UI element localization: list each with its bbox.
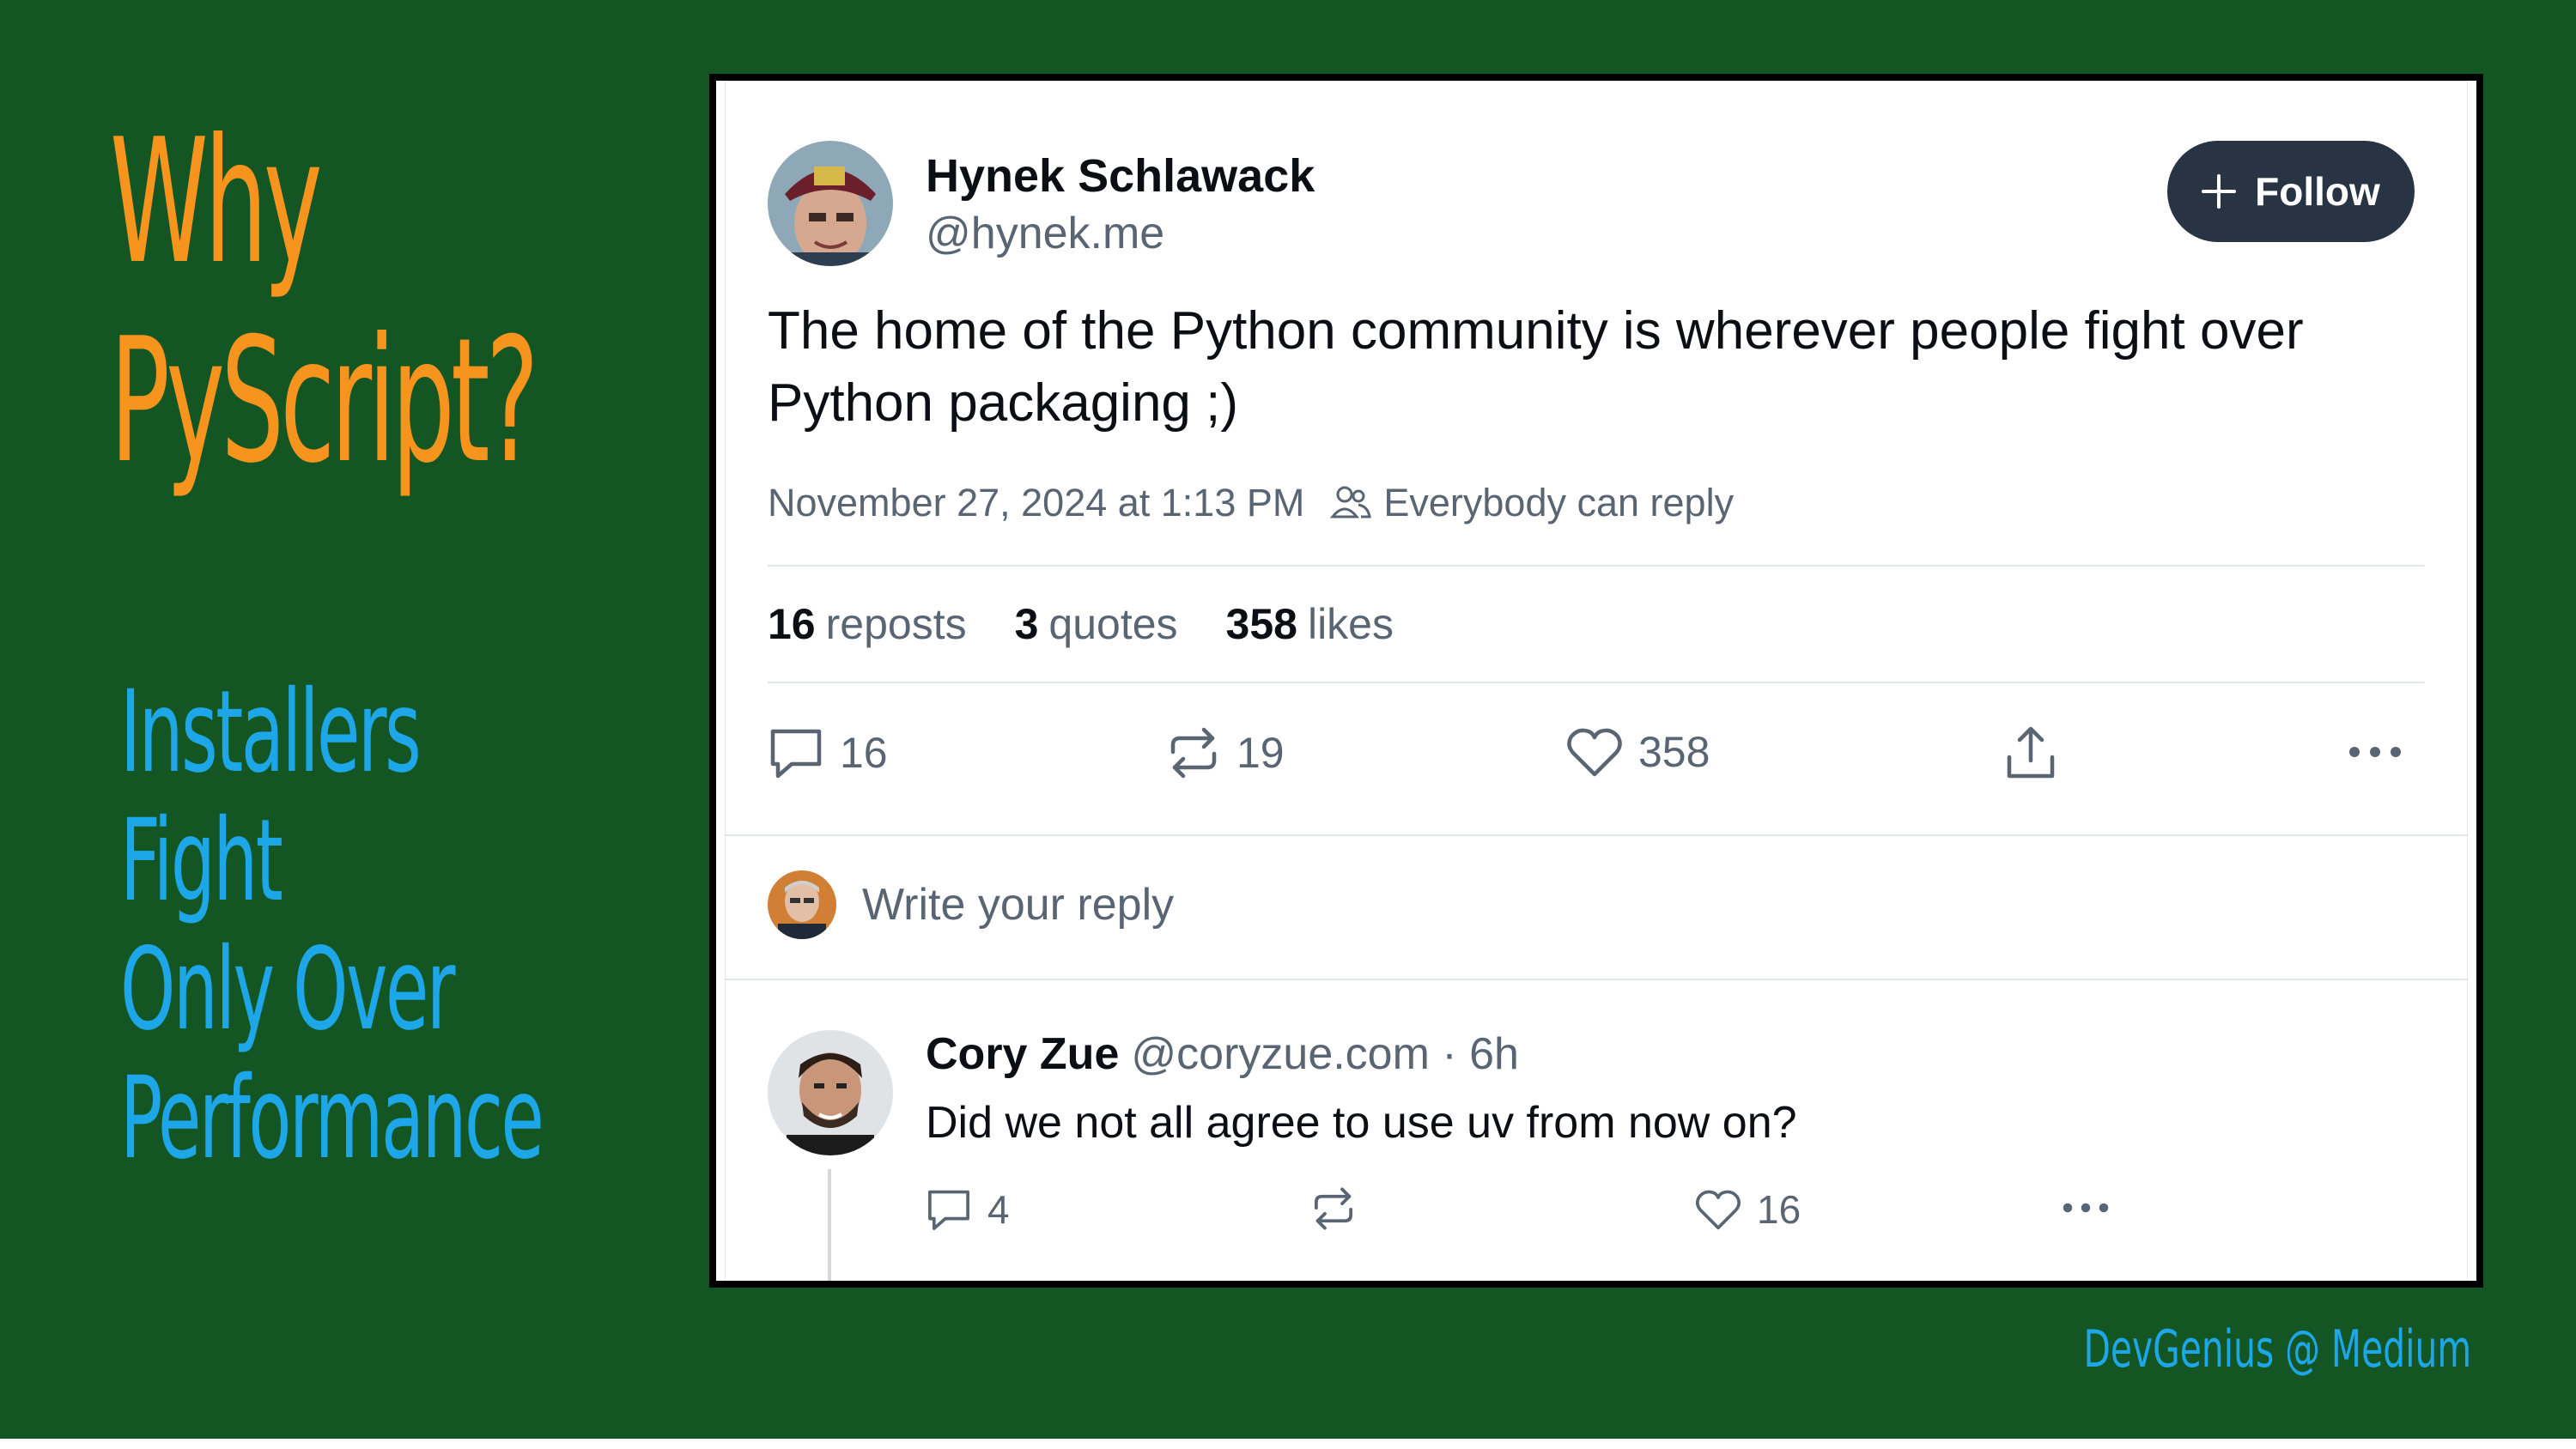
divider <box>768 565 2425 567</box>
reply-button[interactable]: 16 <box>768 726 888 779</box>
comment-reply-count: 4 <box>987 1187 1010 1232</box>
repost-icon <box>1170 727 1217 779</box>
divider <box>725 834 2468 836</box>
comment-reply-button[interactable]: 4 <box>926 1186 1010 1233</box>
likes-label: likes <box>1307 600 1394 648</box>
slide-title: Why PyScript? <box>110 102 538 501</box>
reply-placeholder: Write your reply <box>862 880 1175 930</box>
comment-icon <box>928 1190 969 1230</box>
slide-point: Installers <box>120 666 422 798</box>
slide-credit: DevGenius @ Medium <box>2083 1319 2471 1379</box>
bottom-strip <box>0 1439 2576 1449</box>
share-icon <box>2007 726 2055 779</box>
heart-icon <box>1695 1190 1741 1230</box>
repost-button[interactable]: 19 <box>1166 726 1285 779</box>
commenter-avatar[interactable] <box>768 1030 893 1155</box>
slide-points: Installers Fight Only Over Performance <box>120 666 544 1185</box>
quotes-count: 3 <box>1014 600 1039 648</box>
post-text: The home of the Python community is wher… <box>768 301 2304 433</box>
follow-button[interactable]: Follow <box>2167 141 2415 242</box>
post-timestamp[interactable]: November 27, 2024 at 1:13 PM <box>768 481 1304 525</box>
comment-like-count: 16 <box>1757 1187 1801 1232</box>
post-stats: 16 reposts 3 quotes 358 likes <box>768 599 1394 649</box>
comment-more-button[interactable] <box>2061 1202 2111 1214</box>
comment-text: Did we not all agree to use uv from now … <box>926 1098 1797 1148</box>
author-name[interactable]: Hynek Schlawack <box>926 149 1315 203</box>
post-card: Hynek Schlawack @hynek.me Follow The hom… <box>716 81 2476 1281</box>
like-button[interactable]: 358 <box>1566 726 1710 778</box>
commenter-handle-time[interactable]: @coryzue.com · 6h <box>1131 1029 1519 1079</box>
comment-header: Cory Zue @coryzue.com · 6h <box>926 1028 1519 1080</box>
reply-composer[interactable]: Write your reply <box>768 870 1174 939</box>
post-screenshot-frame: Hynek Schlawack @hynek.me Follow The hom… <box>709 74 2483 1288</box>
plus-icon <box>2202 174 2237 209</box>
repost-count: 19 <box>1236 729 1285 777</box>
more-icon <box>2063 1203 2109 1213</box>
divider <box>768 682 2425 683</box>
reply-permission-label: Everybody can reply <box>1383 481 1735 524</box>
comment-like-button[interactable]: 16 <box>1695 1186 1801 1233</box>
slide-point: Performance <box>120 1052 544 1185</box>
slide-point: Fight <box>120 795 283 927</box>
slide-point: Only Over <box>120 924 455 1056</box>
share-button[interactable] <box>2004 724 2057 781</box>
divider <box>725 979 2468 980</box>
reposts-label: reposts <box>825 600 967 648</box>
reposts-stat[interactable]: 16 reposts <box>768 599 967 649</box>
quotes-stat[interactable]: 3 quotes <box>1015 599 1178 649</box>
quotes-label: quotes <box>1048 600 1178 648</box>
slide-title-line-1: Why <box>110 102 323 302</box>
post-meta: November 27, 2024 at 1:13 PM Everybody c… <box>768 481 1734 525</box>
thread-line <box>828 1169 831 1281</box>
likes-stat[interactable]: 358 likes <box>1226 599 1394 649</box>
commenter-name[interactable]: Cory Zue <box>926 1029 1119 1079</box>
slide-title-line-2: PyScript? <box>110 301 538 501</box>
likes-count: 358 <box>1225 600 1297 648</box>
heart-icon <box>1567 728 1622 777</box>
reply-count: 16 <box>840 729 888 777</box>
comment-repost-button[interactable] <box>1310 1186 1357 1231</box>
reply-permission: Everybody can reply <box>1330 481 1734 525</box>
comment-icon <box>770 729 822 779</box>
more-icon <box>2349 747 2401 757</box>
reposts-count: 16 <box>768 600 816 648</box>
user-avatar <box>768 870 836 939</box>
repost-icon <box>1314 1187 1353 1230</box>
follow-label: Follow <box>2255 169 2380 214</box>
like-count: 358 <box>1638 728 1710 776</box>
author-avatar[interactable] <box>768 141 893 266</box>
author-handle[interactable]: @hynek.me <box>926 208 1164 259</box>
people-icon <box>1330 486 1372 518</box>
more-options-button[interactable] <box>2348 745 2403 759</box>
